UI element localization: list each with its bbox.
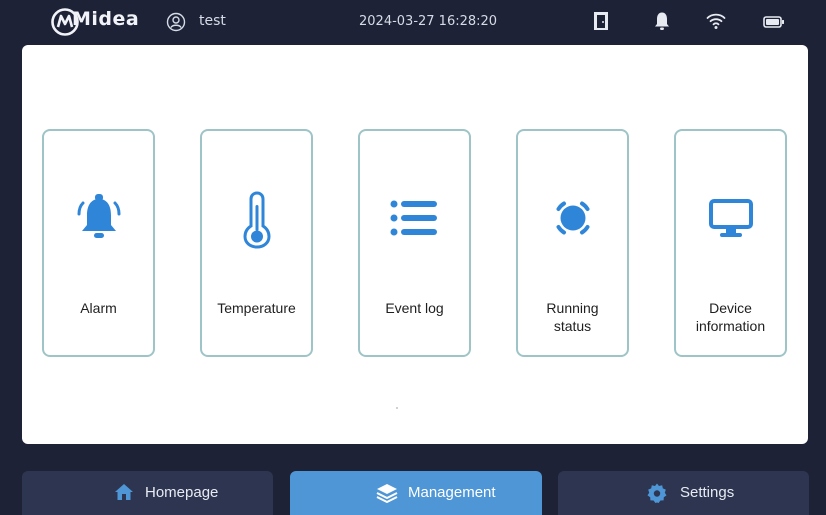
battery-icon[interactable] <box>763 16 785 28</box>
list-icon <box>390 200 437 236</box>
alarm-label: Alarm <box>80 300 117 316</box>
bell-icon[interactable] <box>654 11 670 31</box>
running-status-card[interactable]: Running status <box>516 129 629 357</box>
tab-settings-label: Settings <box>680 484 735 501</box>
bell-icon <box>77 194 120 238</box>
page-indicator <box>396 407 398 409</box>
running-status-label: Running status <box>546 300 599 334</box>
brand-name: Midea <box>72 8 140 30</box>
thermometer-icon <box>242 191 271 249</box>
temperature-label: Temperature <box>217 300 296 316</box>
temperature-card[interactable]: Temperature <box>200 129 313 357</box>
user-name: test <box>199 13 226 29</box>
monitor-icon <box>708 199 753 237</box>
datetime: 2024-03-27 16:28:20 <box>359 14 498 29</box>
tab-settings[interactable]: Settings <box>558 471 809 515</box>
bottom-nav: Homepage Management Settings <box>0 456 826 515</box>
home-icon <box>115 484 133 500</box>
device-information-label: Device information <box>695 300 766 334</box>
alarm-card[interactable]: Alarm <box>42 129 155 357</box>
tab-homepage[interactable]: Homepage <box>22 471 273 515</box>
status-bar: Midea test 2024-03-27 16:28:20 <box>0 0 826 44</box>
event-log-card[interactable]: Event log <box>358 129 471 357</box>
user-icon[interactable] <box>166 12 186 32</box>
tab-management[interactable]: Management <box>290 471 542 515</box>
event-log-label: Event log <box>385 300 444 316</box>
running-status-icon <box>556 201 589 235</box>
door-icon[interactable] <box>593 11 609 31</box>
management-panel: Alarm Temperature Event log Running stat… <box>22 45 808 444</box>
screen: Midea test 2024-03-27 16:28:20 Alarm Tem… <box>0 0 826 515</box>
device-information-card[interactable]: Device information <box>674 129 787 357</box>
wifi-icon[interactable] <box>706 12 726 30</box>
gear-icon <box>647 483 667 503</box>
tab-management-label: Management <box>408 484 496 501</box>
tab-homepage-label: Homepage <box>145 484 219 501</box>
layers-icon <box>376 484 398 503</box>
